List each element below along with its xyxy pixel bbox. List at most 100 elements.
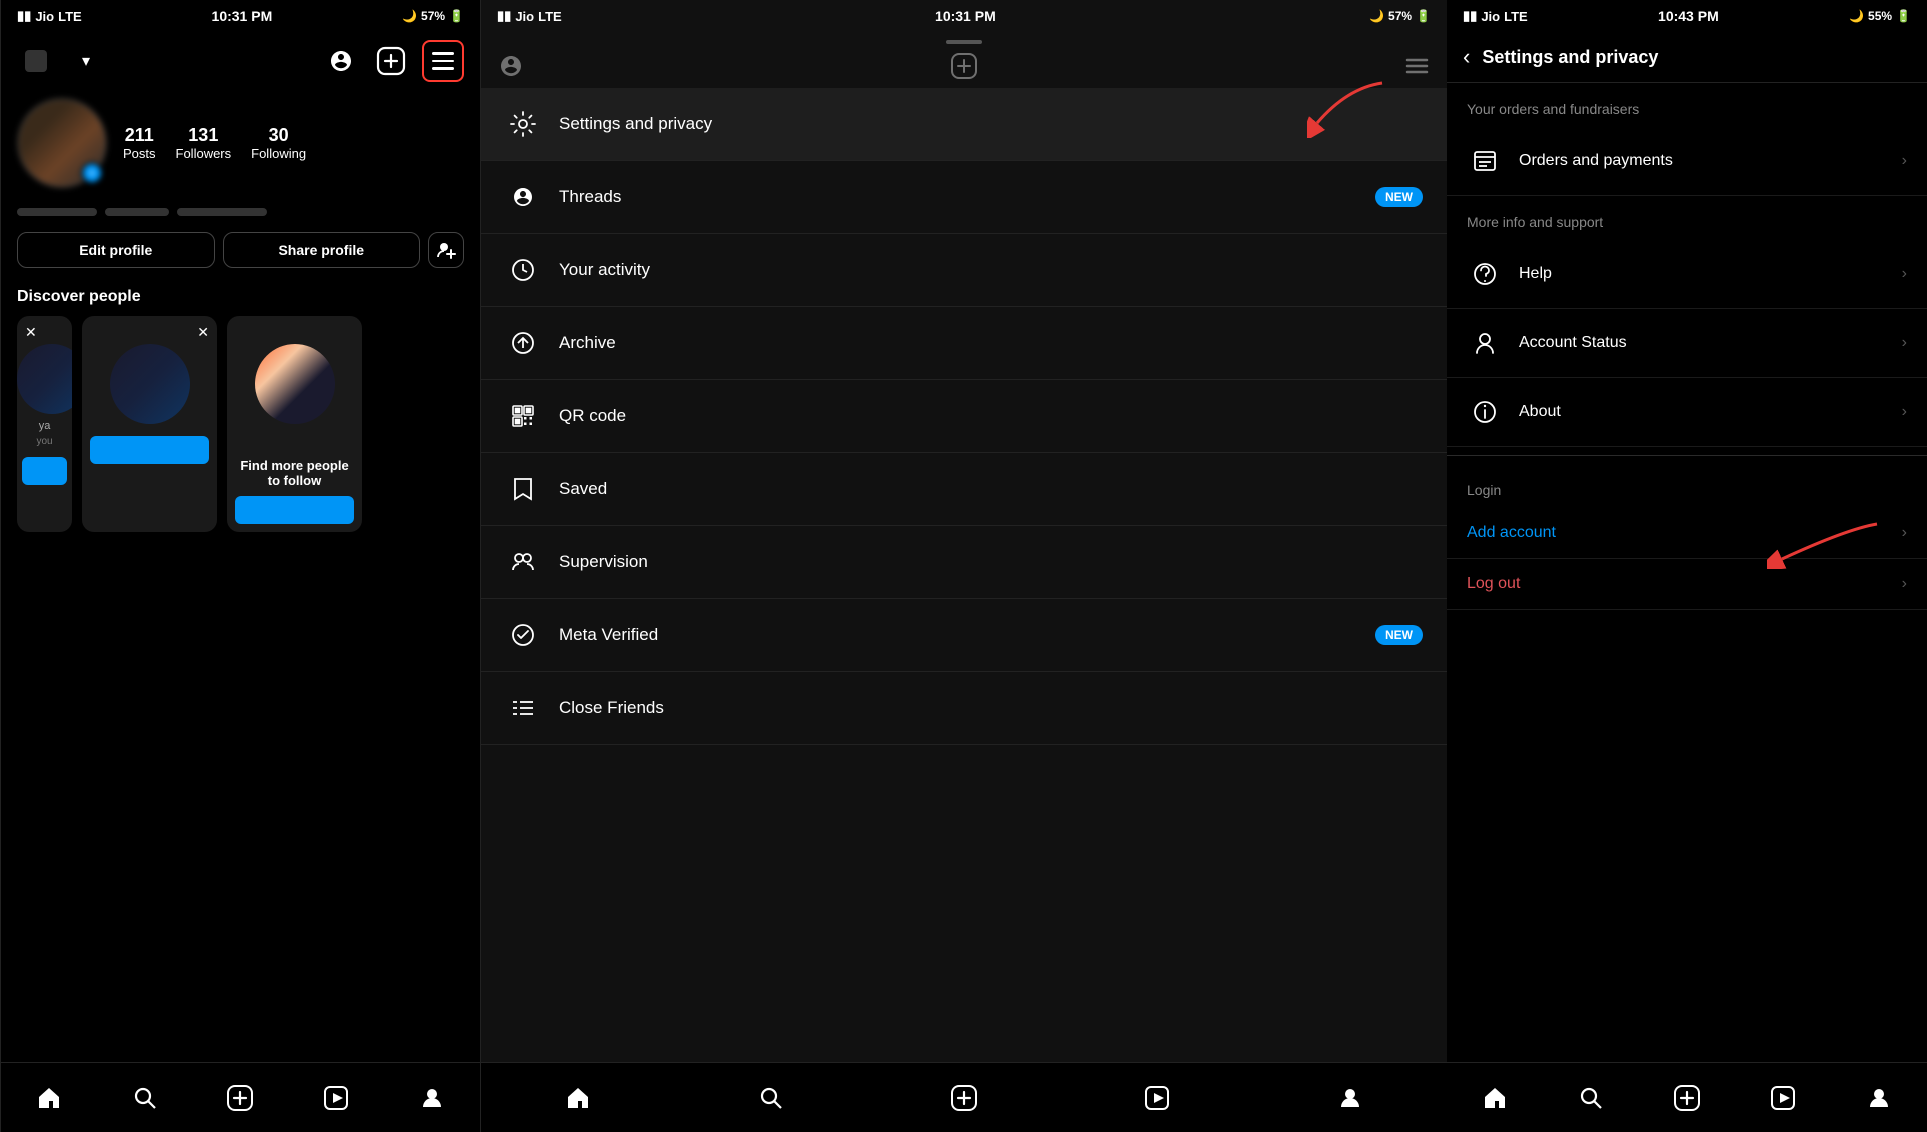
verified-icon-menu xyxy=(505,617,541,653)
help-label: Help xyxy=(1519,265,1902,283)
stat-followers[interactable]: 131 Followers xyxy=(176,125,232,161)
meta-new-badge: NEW xyxy=(1375,625,1423,645)
header-left-icons: ▾ xyxy=(17,42,105,80)
moon-icon-2: 🌙 xyxy=(1369,9,1384,23)
profile-header: ▾ xyxy=(1,32,480,90)
menu-item-qr[interactable]: QR code xyxy=(481,380,1447,453)
friends-icon-menu xyxy=(505,690,541,726)
highlight-2 xyxy=(105,208,169,216)
settings-item-add-account[interactable]: Add account › xyxy=(1447,508,1927,559)
menu-item-settings[interactable]: Settings and privacy xyxy=(481,88,1447,161)
discover-card-2: ✕ xyxy=(82,316,217,532)
moon-icon-3: 🌙 xyxy=(1849,9,1864,23)
about-chevron: › xyxy=(1902,403,1907,421)
menu-item-threads[interactable]: Threads NEW xyxy=(481,161,1447,234)
qr-icon-menu xyxy=(505,398,541,434)
menu-item-archive[interactable]: Archive xyxy=(481,307,1447,380)
hamburger-icon-dim xyxy=(1403,52,1431,80)
add-icon-dim xyxy=(950,52,978,80)
settings-item-about[interactable]: About › xyxy=(1447,378,1927,447)
battery-icon-3: 🔋 xyxy=(1896,9,1911,23)
threads-icon[interactable] xyxy=(322,42,360,80)
nav-search-1[interactable] xyxy=(123,1076,167,1120)
help-icon xyxy=(1467,256,1503,292)
settings-item-account-status[interactable]: Account Status › xyxy=(1447,309,1927,378)
menu-item-saved[interactable]: Saved xyxy=(481,453,1447,526)
dropdown-chevron[interactable]: ▾ xyxy=(67,42,105,80)
share-profile-button[interactable]: Share profile xyxy=(223,232,421,268)
settings-item-help[interactable]: Help › xyxy=(1447,240,1927,309)
red-arrow-1 xyxy=(1307,78,1387,138)
menu-label-qr: QR code xyxy=(559,406,626,426)
nav-profile-1[interactable] xyxy=(410,1076,454,1120)
add-account-chevron: › xyxy=(1902,524,1907,542)
card-follow-2[interactable] xyxy=(90,436,209,464)
orders-chevron: › xyxy=(1902,152,1907,170)
card-avatar-3 xyxy=(255,344,335,424)
saved-icon-menu xyxy=(505,471,541,507)
settings-header: ‹ Settings and privacy xyxy=(1447,32,1927,83)
help-chevron: › xyxy=(1902,265,1907,283)
nav-reels-2[interactable] xyxy=(1135,1076,1179,1120)
about-label: About xyxy=(1519,403,1902,421)
add-icon[interactable] xyxy=(372,42,410,80)
section-orders-label: Your orders and fundraisers xyxy=(1447,83,1927,127)
menu-label-settings: Settings and privacy xyxy=(559,114,712,134)
nav-home-1[interactable] xyxy=(27,1076,71,1120)
nav-search-2[interactable] xyxy=(749,1076,793,1120)
avatar: + xyxy=(17,98,107,188)
nav-search-3[interactable] xyxy=(1569,1076,1613,1120)
menu-header-icons xyxy=(481,44,1447,88)
header-right-icons xyxy=(322,40,464,82)
add-person-button[interactable] xyxy=(428,232,464,268)
card-avatar-2 xyxy=(110,344,190,424)
card-close-1[interactable]: ✕ xyxy=(25,324,37,341)
card-follow-partial xyxy=(22,457,67,485)
card-sub-partial: you xyxy=(17,436,72,455)
settings-item-logout[interactable]: Log out › xyxy=(1447,559,1927,610)
discover-cards: ✕ ya you ✕ Find more people to follow xyxy=(17,316,464,532)
menu-label-supervision: Supervision xyxy=(559,552,648,572)
hamburger-menu-button[interactable] xyxy=(422,40,464,82)
bottom-nav-3 xyxy=(1447,1062,1927,1132)
section-divider xyxy=(1447,455,1927,456)
bottom-nav-1 xyxy=(1,1062,480,1132)
battery-icon-2: 🔋 xyxy=(1416,9,1431,23)
stat-posts[interactable]: 211 Posts xyxy=(123,125,156,161)
avatar-badge: + xyxy=(81,162,103,184)
menu-item-meta[interactable]: Meta Verified NEW xyxy=(481,599,1447,672)
nav-add-1[interactable] xyxy=(218,1076,262,1120)
section-support-label: More info and support xyxy=(1447,196,1927,240)
settings-title: Settings and privacy xyxy=(1482,47,1658,68)
highlight-3 xyxy=(177,208,267,216)
profile-stats: 211 Posts 131 Followers 30 Following xyxy=(123,125,306,161)
card-close-2[interactable]: ✕ xyxy=(197,324,209,341)
threads-icon-menu xyxy=(505,179,541,215)
time-2: 10:31 PM xyxy=(935,8,996,24)
menu-item-supervision[interactable]: Supervision xyxy=(481,526,1447,599)
nav-reels-1[interactable] xyxy=(314,1076,358,1120)
back-button[interactable]: ‹ xyxy=(1463,44,1470,70)
user-square-icon xyxy=(17,42,55,80)
menu-label-saved: Saved xyxy=(559,479,607,499)
nav-add-2[interactable] xyxy=(942,1076,986,1120)
menu-item-friends[interactable]: Close Friends xyxy=(481,672,1447,745)
panel-menu: ▮▮ Jio LTE 10:31 PM 🌙 57% 🔋 xyxy=(480,0,1447,1132)
nav-profile-2[interactable] xyxy=(1328,1076,1372,1120)
menu-label-activity: Your activity xyxy=(559,260,650,280)
discover-section: Discover people ✕ ya you ✕ Find more peo… xyxy=(1,276,480,540)
card-follow-3[interactable] xyxy=(235,496,354,524)
stat-following[interactable]: 30 Following xyxy=(251,125,306,161)
time-1: 10:31 PM xyxy=(212,8,273,24)
account-status-chevron: › xyxy=(1902,334,1907,352)
time-3: 10:43 PM xyxy=(1658,8,1719,24)
edit-profile-button[interactable]: Edit profile xyxy=(17,232,215,268)
settings-item-orders[interactable]: Orders and payments › xyxy=(1447,127,1927,196)
menu-item-activity[interactable]: Your activity xyxy=(481,234,1447,307)
nav-home-3[interactable] xyxy=(1473,1076,1517,1120)
nav-reels-3[interactable] xyxy=(1761,1076,1805,1120)
nav-add-3[interactable] xyxy=(1665,1076,1709,1120)
nav-home-2[interactable] xyxy=(556,1076,600,1120)
nav-profile-3[interactable] xyxy=(1857,1076,1901,1120)
archive-icon-menu xyxy=(505,325,541,361)
